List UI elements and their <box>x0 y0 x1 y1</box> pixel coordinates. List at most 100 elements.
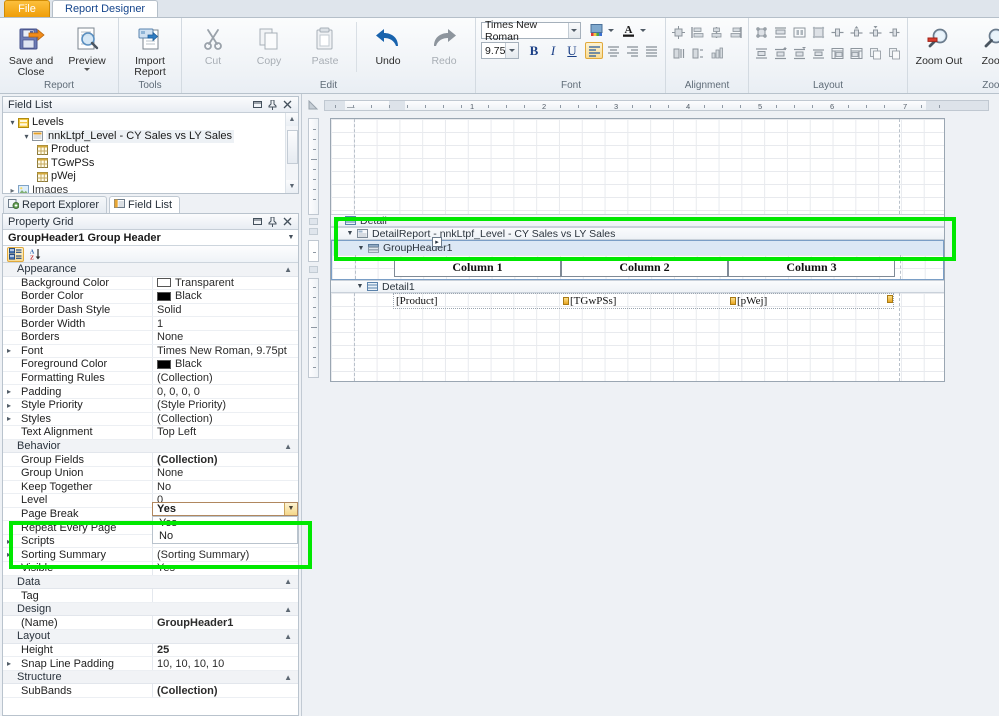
import-report-button[interactable]: Import Report <box>122 20 178 79</box>
cut-button[interactable]: Cut <box>185 20 241 68</box>
category-layout[interactable]: Layout ▲ <box>3 630 298 644</box>
property-row-tag[interactable]: Tag <box>3 589 298 603</box>
property-row-style-priority[interactable]: ▸ Style Priority (Style Priority) <box>3 398 298 413</box>
align-to-grid-icon[interactable] <box>669 24 688 41</box>
align-right-edges-icon[interactable] <box>726 24 745 41</box>
chevron-expanded-icon[interactable]: ▾ <box>7 118 18 127</box>
chevron-up-icon[interactable]: ▲ <box>284 605 298 614</box>
property-value[interactable]: (Collection) <box>152 684 298 697</box>
spacing-decrease-h-icon[interactable] <box>866 24 885 41</box>
property-row-name[interactable]: (Name) GroupHeader1 <box>3 616 298 631</box>
property-value[interactable]: (Collection) <box>152 371 298 385</box>
redo-button[interactable]: Redo <box>416 20 472 68</box>
make-same-width-icon[interactable] <box>669 45 688 62</box>
bold-button[interactable]: B <box>525 42 543 59</box>
property-value[interactable]: Yes <box>152 562 298 575</box>
group-header-content[interactable]: Column 1 Column 2 Column 3 <box>332 255 943 279</box>
close-icon[interactable] <box>282 99 293 110</box>
expander-icon[interactable]: ▸ <box>3 413 15 426</box>
chevron-down-icon[interactable] <box>567 23 580 38</box>
align-left-icon[interactable] <box>585 42 603 59</box>
categorized-icon[interactable] <box>7 246 24 262</box>
property-value[interactable] <box>152 589 298 602</box>
property-value[interactable]: 25 <box>152 643 298 657</box>
spacing-remove-h-icon[interactable] <box>885 24 904 41</box>
align-tops-icon[interactable] <box>790 24 809 41</box>
spacing-equal-v-icon[interactable] <box>771 45 790 62</box>
property-row-background-color[interactable]: Background Color Transparent <box>3 276 298 291</box>
expander-icon[interactable]: ▸ <box>3 385 15 398</box>
font-size-combo[interactable]: 9.75 <box>481 42 519 59</box>
align-centers-icon[interactable] <box>707 24 726 41</box>
tab-report-explorer[interactable]: Report Explorer <box>3 196 108 213</box>
scroll-down-icon[interactable]: ▼ <box>286 180 298 193</box>
chevron-down-icon[interactable] <box>505 43 518 58</box>
italic-button[interactable]: I <box>544 42 562 59</box>
tree-node-tgwpss[interactable]: TGwPSs <box>7 157 298 171</box>
property-value[interactable]: (Sorting Summary) <box>152 548 298 562</box>
property-row-text-alignment[interactable]: Text Alignment Top Left <box>3 426 298 440</box>
category-appearance[interactable]: Appearance ▲ <box>3 263 298 277</box>
paste-layout-icon[interactable] <box>885 45 904 62</box>
property-value[interactable]: (Collection) <box>152 412 298 426</box>
category-structure[interactable]: Structure ▲ <box>3 670 298 685</box>
label-column-3[interactable]: Column 3 <box>728 257 895 277</box>
chevron-collapsed-icon[interactable]: ▸ <box>7 186 18 193</box>
page-top-area[interactable] <box>331 119 944 214</box>
expander-icon[interactable]: ▸ <box>3 399 15 412</box>
band-header-detail[interactable]: ▼ Detail <box>331 214 944 227</box>
tab-file[interactable]: File <box>4 0 50 17</box>
field-pwej[interactable]: [pWej] <box>729 294 892 308</box>
property-value[interactable]: Black <box>152 290 298 303</box>
undo-button[interactable]: Undo <box>360 20 416 68</box>
chevron-down-icon[interactable]: ▼ <box>284 503 297 515</box>
tree-node-level-source[interactable]: ▾ nnkLtpf_Level - CY Sales vs LY Sales <box>7 129 298 143</box>
category-data[interactable]: Data ▲ <box>3 575 298 590</box>
property-grid-selected-object[interactable]: GroupHeader1 Group Header ▼ <box>3 230 298 246</box>
expander-icon[interactable]: ▸ <box>3 548 15 561</box>
pin-icon[interactable] <box>267 216 278 227</box>
chevron-up-icon[interactable]: ▲ <box>284 577 298 586</box>
tree-node-product[interactable]: Product <box>7 143 298 157</box>
property-value[interactable]: (Style Priority) <box>152 398 298 412</box>
chevron-expanded-icon[interactable]: ▼ <box>343 230 357 237</box>
property-value[interactable]: 0, 0, 0, 0 <box>152 385 298 398</box>
smart-tag-icon[interactable] <box>887 295 893 303</box>
property-row-borders[interactable]: Borders None <box>3 330 298 345</box>
align-left-edges-icon[interactable] <box>688 24 707 41</box>
chevron-up-icon[interactable]: ▲ <box>284 265 298 274</box>
scroll-up-icon[interactable]: ▲ <box>286 113 298 126</box>
property-value[interactable]: Black <box>152 358 298 371</box>
property-row-border-width[interactable]: Border Width 1 <box>3 317 298 331</box>
property-row-group-fields[interactable]: Group Fields (Collection) <box>3 453 298 467</box>
expander-icon[interactable]: ▸ <box>3 657 15 670</box>
copy-layout-icon[interactable] <box>866 45 885 62</box>
property-value[interactable]: 1 <box>152 317 298 330</box>
property-row-styles[interactable]: ▸ Styles (Collection) <box>3 412 298 427</box>
field-list-tree[interactable]: ▾ Levels ▾ nnkLtpf_Level - CY Sales vs L… <box>3 113 298 193</box>
close-icon[interactable] <box>282 216 293 227</box>
chevron-expanded-icon[interactable]: ▾ <box>21 132 32 141</box>
underline-button[interactable]: U <box>563 42 581 59</box>
spacing-equal-h-icon[interactable] <box>828 24 847 41</box>
field-tgwpss[interactable]: [TGwPSs] <box>562 294 725 308</box>
copy-button[interactable]: Copy <box>241 20 297 68</box>
chevron-down-icon[interactable] <box>84 68 90 71</box>
field-list-scrollbar[interactable]: ▲ ▼ <box>285 113 298 193</box>
dropdown-option-no[interactable]: No <box>153 530 297 543</box>
expander-icon[interactable]: ▸ <box>3 535 15 548</box>
property-row-formatting-rules[interactable]: Formatting Rules (Collection) <box>3 371 298 386</box>
align-bottoms-icon[interactable] <box>809 24 828 41</box>
font-family-combo[interactable]: Times New Roman <box>481 19 581 43</box>
smart-tag-icon[interactable] <box>563 297 569 305</box>
property-row-foreground-color[interactable]: Foreground Color Black <box>3 358 298 372</box>
tab-report-designer[interactable]: Report Designer <box>52 0 159 17</box>
chevron-expanded-icon[interactable]: ▼ <box>353 283 367 290</box>
property-row-group-union[interactable]: Group Union None <box>3 466 298 481</box>
property-grid-rows[interactable]: Appearance ▲ Background Color Transparent … <box>3 263 298 715</box>
align-center-icon[interactable] <box>604 42 622 59</box>
align-right-icon[interactable] <box>623 42 641 59</box>
horizontal-ruler[interactable]: — 1 2 3 4 5 6 7 <box>324 99 989 111</box>
repeat-every-page-editor[interactable]: Yes ▼ <box>152 502 298 516</box>
report-canvas[interactable]: ▼ Detail ▼ DetailReport - nnkLtpf_Level … <box>330 118 945 382</box>
